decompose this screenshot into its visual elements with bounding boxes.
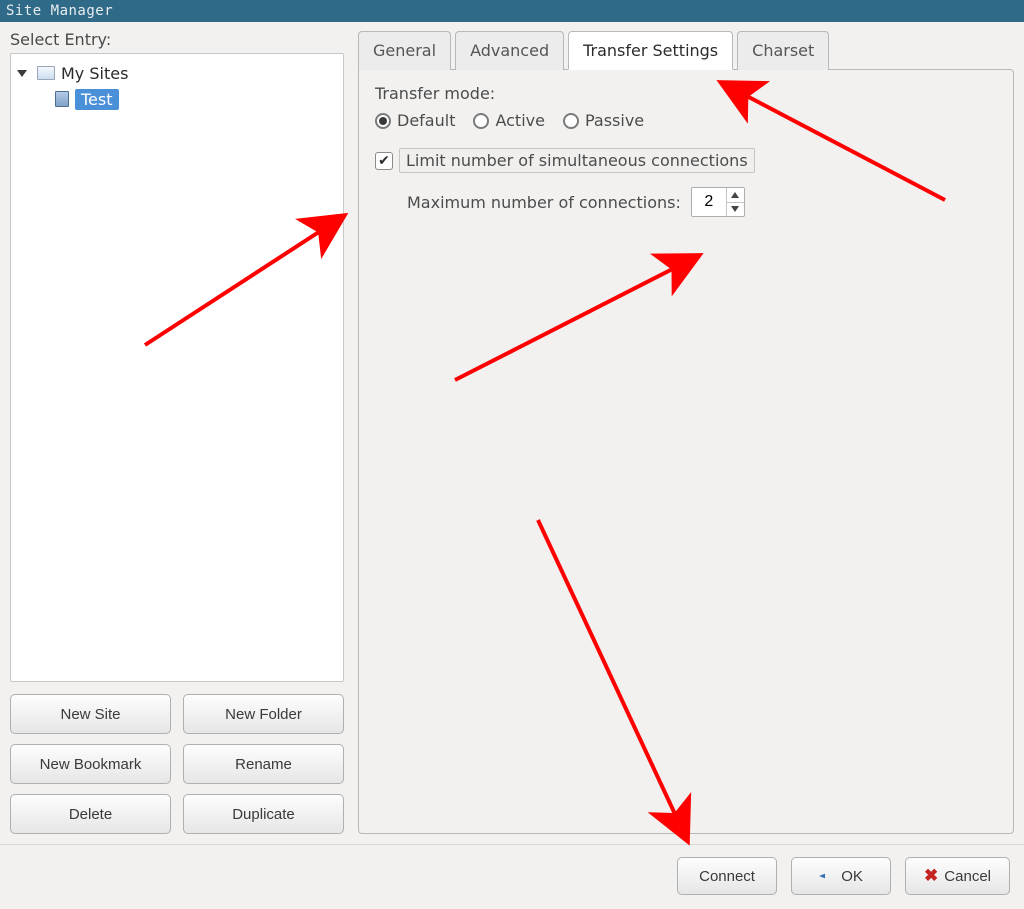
spinner-up-button[interactable] (726, 188, 744, 203)
radio-label: Passive (585, 111, 644, 130)
tab-charset[interactable]: Charset (737, 31, 829, 70)
window-titlebar: Site Manager (0, 0, 1024, 22)
caret-down-icon (731, 206, 739, 212)
radio-default[interactable]: Default (375, 111, 455, 130)
left-panel: Select Entry: My Sites Test New Site New… (10, 30, 344, 834)
caret-up-icon (731, 192, 739, 198)
tree-item-root[interactable]: My Sites (15, 60, 339, 86)
transfer-settings-panel: Transfer mode: Default Active Passive (358, 69, 1014, 834)
tab-transfer-settings[interactable]: Transfer Settings (568, 31, 733, 70)
tree-item-label: My Sites (61, 64, 128, 83)
tab-general[interactable]: General (358, 31, 451, 70)
tab-advanced[interactable]: Advanced (455, 31, 564, 70)
cancel-button-label: Cancel (944, 868, 991, 885)
new-site-button[interactable]: New Site (10, 694, 171, 734)
cancel-x-icon: ✖ (924, 866, 938, 886)
site-tree[interactable]: My Sites Test (10, 53, 344, 682)
tab-bar: General Advanced Transfer Settings Chars… (358, 30, 1014, 69)
radio-label: Active (495, 111, 545, 130)
chevron-down-icon[interactable] (17, 70, 27, 77)
ok-button-label: OK (841, 868, 863, 885)
select-entry-label: Select Entry: (10, 30, 344, 49)
max-connections-label: Maximum number of connections: (407, 193, 681, 212)
delete-button[interactable]: Delete (10, 794, 171, 834)
window-title: Site Manager (6, 3, 113, 19)
duplicate-button[interactable]: Duplicate (183, 794, 344, 834)
limit-connections-checkbox[interactable] (375, 152, 393, 170)
transfer-mode-label: Transfer mode: (375, 84, 997, 103)
radio-dot-icon (473, 113, 489, 129)
server-icon (55, 91, 69, 107)
new-folder-button[interactable]: New Folder (183, 694, 344, 734)
radio-passive[interactable]: Passive (563, 111, 644, 130)
radio-dot-icon (563, 113, 579, 129)
ok-button[interactable]: OK (791, 857, 891, 895)
max-connections-input[interactable] (692, 188, 726, 216)
connect-button[interactable]: Connect (677, 857, 777, 895)
transfer-mode-group: Default Active Passive (375, 111, 997, 130)
radio-dot-icon (375, 113, 391, 129)
rename-button[interactable]: Rename (183, 744, 344, 784)
ok-arrow-icon (819, 869, 835, 883)
tree-item-label: Test (75, 89, 119, 110)
radio-active[interactable]: Active (473, 111, 545, 130)
radio-label: Default (397, 111, 455, 130)
limit-connections-label: Limit number of simultaneous connections (399, 148, 755, 173)
max-connections-spinner[interactable] (691, 187, 745, 217)
new-bookmark-button[interactable]: New Bookmark (10, 744, 171, 784)
cancel-button[interactable]: ✖ Cancel (905, 857, 1010, 895)
spinner-down-button[interactable] (726, 203, 744, 217)
dialog-button-bar: Connect OK ✖ Cancel (0, 845, 1024, 909)
tree-item-site[interactable]: Test (15, 86, 339, 112)
right-panel: General Advanced Transfer Settings Chars… (358, 30, 1014, 834)
folder-icon (37, 66, 55, 80)
